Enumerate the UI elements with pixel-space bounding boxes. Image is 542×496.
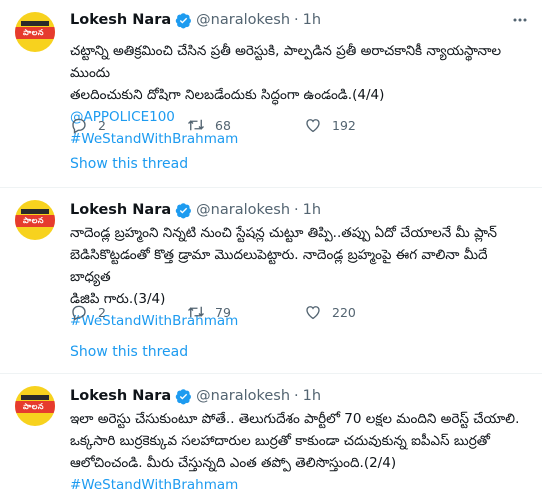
author-name[interactable]: Lokesh Nara [70,388,171,404]
like-icon [306,119,320,133]
verified-badge-icon [175,12,192,28]
author-name[interactable]: Lokesh Nara [70,202,171,218]
author-handle[interactable]: @naralokesh [196,388,290,404]
more-options-icon[interactable] [512,14,528,26]
hashtag-link[interactable]: #WeStandWithBrahmam [70,474,520,496]
tweet-text-line: ఆలోచించండి. మీరు చేస్తున్నది ఎంత తప్పో త… [70,455,397,471]
like-button[interactable]: 192 [304,116,356,134]
retweet-button[interactable]: 68 [187,116,231,134]
separator-dot: · [294,388,299,404]
tweet-feed: పాలన Lokesh Nara @naralokesh · 1h చట్టాన… [0,0,542,493]
tweet-3[interactable]: పాలన Lokesh Nara @naralokesh · 1h ఇలా అర… [0,374,542,493]
tweet-text-line: ఒక్కసారి బుర్రకెక్కువ సలహాదారుల బుర్రతో … [70,433,490,449]
reply-count: 2 [98,117,106,133]
tweet-text-line: తలదించుకుని దోషిగా నిలబడేందుకు సిద్ధంగా … [70,87,385,103]
separator-dot: · [294,202,299,218]
avatar[interactable]: పాలన [15,12,55,52]
separator-dot: · [294,12,299,28]
author-handle[interactable]: @naralokesh [196,12,290,28]
like-icon [306,306,320,320]
like-button[interactable]: 220 [304,303,356,321]
tweet-text-line: బెడిసికొట్టడంతో కొత్త డ్రామా మొదలుపెట్టా… [70,247,488,285]
tweet-text-line: నాదెండ్ల బ్రహ్మంని నిన్నటి నుంచి స్టేషన్… [70,225,497,241]
like-count: 220 [332,304,356,320]
retweet-count: 79 [215,304,231,320]
tweet-actions: 2 79 220 [70,303,490,323]
show-thread-link[interactable]: Show this thread [70,344,188,360]
tweet-text-line: చట్టాన్ని అతిక్రమించి చేసిన ప్రతీ అరెస్ట… [70,43,502,81]
retweet-icon [188,306,204,318]
author-handle[interactable]: @naralokesh [196,202,290,218]
verified-badge-icon [175,202,192,218]
tweet-header: Lokesh Nara @naralokesh · 1h [70,10,321,30]
tweet-text: ఇలా అరెస్టు చేసుకుంటూ పోతే.. తెలుగుదేశం … [70,408,520,496]
tweet-actions: 2 68 192 [70,116,490,136]
avatar[interactable]: పాలన [15,200,55,240]
show-thread-link[interactable]: Show this thread [70,156,188,172]
tweet-header: Lokesh Nara @naralokesh · 1h [70,200,321,220]
avatar[interactable]: పాలన [15,386,55,426]
author-name[interactable]: Lokesh Nara [70,12,171,28]
tweet-time[interactable]: 1h [303,202,321,218]
tweet-time[interactable]: 1h [303,12,321,28]
like-count: 192 [332,117,356,133]
tweet-2[interactable]: పాలన Lokesh Nara @naralokesh · 1h నాదెండ… [0,188,542,370]
tweet-header: Lokesh Nara @naralokesh · 1h [70,386,321,406]
reply-icon [72,118,86,134]
verified-badge-icon [175,388,192,404]
tweet-time[interactable]: 1h [303,388,321,404]
tweet-1[interactable]: పాలన Lokesh Nara @naralokesh · 1h చట్టాన… [0,0,542,186]
retweet-button[interactable]: 79 [187,303,231,321]
tweet-text-line: ఇలా అరెస్టు చేసుకుంటూ పోతే.. తెలుగుదేశం … [70,411,520,427]
reply-count: 2 [98,304,106,320]
retweet-count: 68 [215,117,231,133]
retweet-icon [188,119,204,131]
reply-button[interactable]: 2 [70,116,106,134]
reply-button[interactable]: 2 [70,303,106,321]
reply-icon [72,305,86,321]
